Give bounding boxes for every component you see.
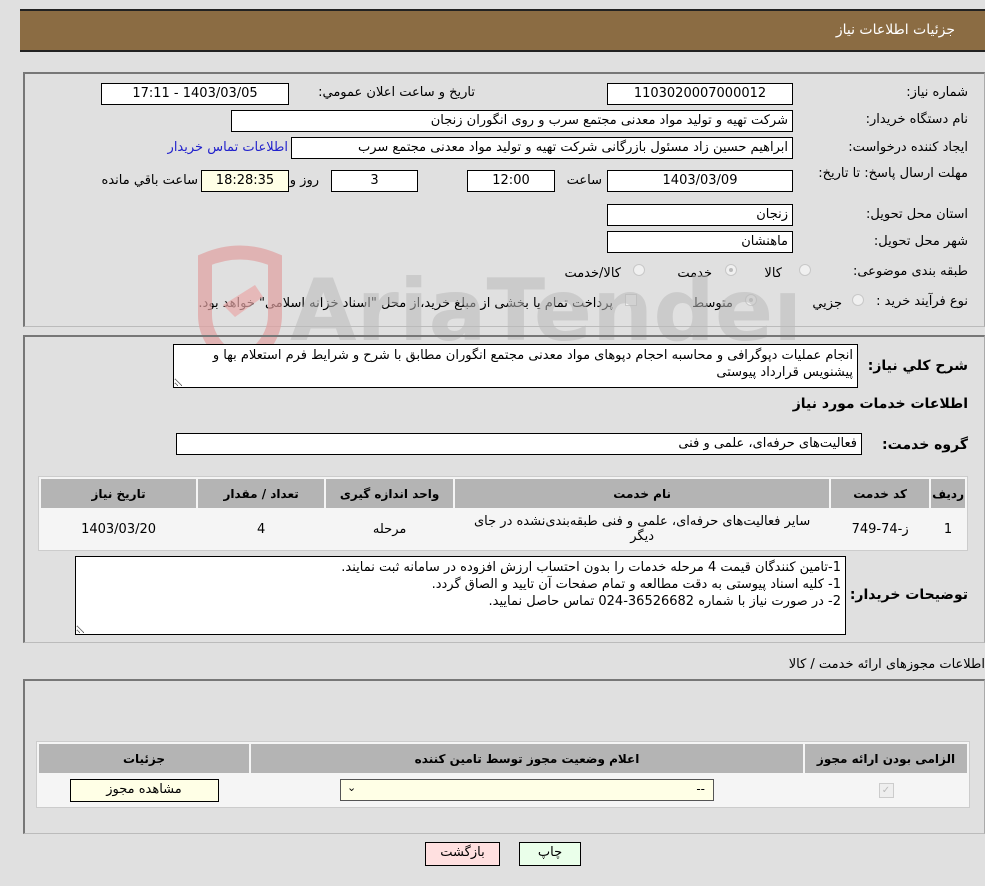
- category-option-goods: کالا: [764, 266, 782, 281]
- col-header-unit: واحد اندازه گیری: [326, 479, 454, 508]
- category-radio-service[interactable]: [725, 264, 737, 276]
- service-group-field: فعالیت‌های حرفه‌ای، علمی و فنی: [176, 433, 862, 455]
- announce-label: تاریخ و ساعت اعلان عمومي:: [318, 85, 475, 100]
- creator-field: ابراهیم حسین زاد مسئول بازرگانی شرکت تهی…: [291, 137, 793, 159]
- days-remaining-field: 3: [331, 170, 418, 192]
- permit-status-select[interactable]: -- ⌄: [340, 779, 714, 801]
- cell-row-number: 1: [931, 510, 965, 548]
- buyer-org-field: شرکت تهیه و تولید مواد معدنی مجتمع سرب و…: [231, 110, 793, 132]
- treasury-checkbox[interactable]: [625, 294, 637, 306]
- page-header: جزئیات اطلاعات نیاز: [20, 9, 985, 52]
- cell-unit: مرحله: [326, 510, 454, 548]
- cell-service-name: سایر فعالیت‌های حرفه‌ای، علمی و فنی طبقه…: [455, 510, 830, 548]
- city-field: ماهنشان: [607, 231, 793, 253]
- city-label: شهر محل تحویل:: [873, 234, 968, 249]
- description-textarea[interactable]: [173, 344, 858, 388]
- cell-permit-details: مشاهده مجوز: [39, 775, 249, 805]
- process-radio-medium[interactable]: [745, 294, 757, 306]
- process-radio-minor[interactable]: [852, 294, 864, 306]
- col-header-quantity: تعداد / مقدار: [198, 479, 325, 508]
- col-header-permit-status: اعلام وضعیت مجوز توسط تامین کننده: [251, 744, 803, 773]
- category-radio-goods-service[interactable]: [633, 264, 645, 276]
- permits-table: الزامی بودن ارائه مجوز اعلام وضعیت مجوز …: [36, 741, 970, 808]
- buyer-org-label: نام دستگاه خریدار:: [865, 112, 968, 127]
- buyer-contact-link[interactable]: اطلاعات تماس خریدار: [168, 140, 288, 155]
- cell-service-code: ز-74-749: [831, 510, 930, 548]
- process-label: نوع فرآیند خرید :: [876, 294, 968, 309]
- table-row: 1 ز-74-749 سایر فعالیت‌های حرفه‌ای، علمی…: [41, 510, 965, 548]
- province-field: زنجان: [607, 204, 793, 226]
- col-header-need-date: تاریخ نیاز: [41, 479, 197, 508]
- deadline-date-field: 1403/03/09: [607, 170, 793, 192]
- category-option-goods-service: کالا/خدمت: [564, 266, 621, 281]
- deadline-time-label: ساعت: [566, 173, 602, 188]
- cell-permit-required: ✓: [805, 775, 967, 805]
- cell-need-date: 1403/03/20: [41, 510, 197, 548]
- buyer-notes-label: توضیحات خریدار:: [849, 587, 968, 603]
- remaining-time-field: 18:28:35: [201, 170, 289, 192]
- cell-quantity: 4: [198, 510, 325, 548]
- process-option-minor: جزيي: [812, 296, 842, 311]
- deadline-time-field: 12:00: [467, 170, 555, 192]
- permit-status-value: --: [696, 782, 705, 796]
- buyer-notes-textarea[interactable]: [75, 556, 846, 635]
- col-header-permit-details: جزئیات: [39, 744, 249, 773]
- category-radio-goods[interactable]: [799, 264, 811, 276]
- need-number-label: شماره نیاز:: [906, 85, 968, 100]
- announce-datetime-field: 1403/03/05 - 17:11: [101, 83, 289, 105]
- page-title: جزئیات اطلاعات نیاز: [835, 22, 955, 38]
- col-header-service-name: نام خدمت: [455, 479, 830, 508]
- province-label: استان محل تحویل:: [866, 207, 968, 222]
- category-option-service: خدمت: [677, 266, 712, 281]
- deadline-label: مهلت ارسال پاسخ: تا تاریخ:: [818, 166, 968, 181]
- back-button[interactable]: بازگشت: [425, 842, 500, 866]
- services-section-title: اطلاعات خدمات مورد نیاز: [792, 396, 968, 412]
- creator-label: ایجاد کننده درخواست:: [848, 140, 968, 155]
- table-row: ✓ -- ⌄ مشاهده مجوز: [39, 775, 967, 805]
- remaining-time-label: ساعت باقي مانده: [101, 173, 198, 188]
- need-number-field: 1103020007000012: [607, 83, 793, 105]
- chevron-down-icon: ⌄: [347, 781, 357, 794]
- col-header-row: ردیف: [931, 479, 965, 508]
- services-table: ردیف کد خدمت نام خدمت واحد اندازه گیری ت…: [38, 476, 968, 551]
- description-label: شرح کلي نياز:: [867, 358, 968, 374]
- days-label: روز و: [289, 173, 319, 188]
- permit-required-checkbox[interactable]: ✓: [878, 783, 894, 798]
- col-header-service-code: کد خدمت: [831, 479, 930, 508]
- view-permit-button[interactable]: مشاهده مجوز: [69, 778, 219, 802]
- permits-section-title: اطلاعات مجوزهای ارائه خدمت / کالا: [788, 657, 985, 672]
- cell-permit-status: -- ⌄: [251, 775, 803, 805]
- process-option-medium: متوسط: [692, 296, 733, 311]
- treasury-note: پرداخت تمام یا بخشی از مبلغ خرید،از محل …: [198, 296, 613, 311]
- service-group-label: گروه خدمت:: [882, 437, 968, 453]
- category-label: طبقه بندی موضوعی:: [852, 264, 968, 279]
- col-header-permit-required: الزامی بودن ارائه مجوز: [805, 744, 967, 773]
- print-button[interactable]: چاپ: [519, 842, 581, 866]
